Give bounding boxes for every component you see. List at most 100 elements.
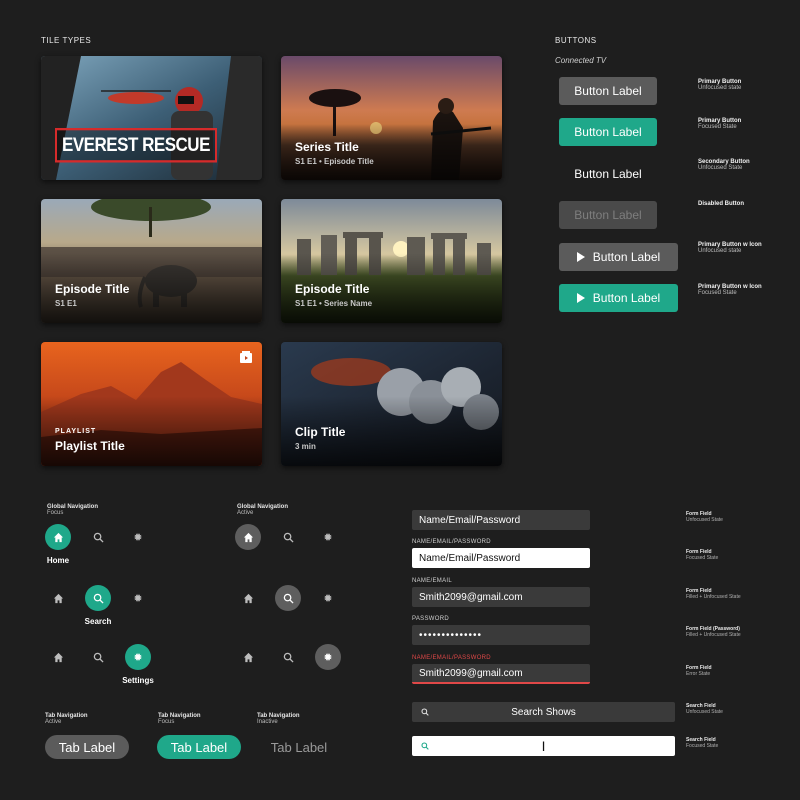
- button-note: Primary Button w Icon Unfocused state: [698, 242, 762, 254]
- search-icon: [421, 742, 429, 750]
- note-state: Filled + Unfocused State: [686, 594, 741, 600]
- tile-eyebrow: PLAYLIST: [55, 428, 97, 435]
- home-icon: [243, 532, 253, 542]
- button-note: Primary Button Unfocused state: [698, 79, 741, 91]
- field-label: PASSWORD: [412, 616, 449, 622]
- tile-title: Clip Title: [295, 425, 346, 439]
- caption-state: Focus: [47, 510, 64, 516]
- icon-button-focused[interactable]: Button Label: [559, 284, 678, 312]
- nav-home[interactable]: [235, 585, 261, 611]
- episode-tile-safari[interactable]: Episode Title S1 E1: [41, 199, 262, 323]
- playlist-tile[interactable]: PLAYLIST Playlist Title: [41, 342, 262, 466]
- password-field[interactable]: ••••••••••••••: [412, 625, 590, 645]
- gear-icon: ✹: [133, 531, 143, 544]
- nav-home[interactable]: [235, 644, 261, 670]
- nav-home[interactable]: [45, 585, 71, 611]
- everest-rescue-logo: EVEREST RESCUE: [55, 128, 217, 163]
- nav-search[interactable]: [275, 644, 301, 670]
- primary-button-focused[interactable]: Button Label: [559, 118, 657, 146]
- caption-state: Active: [237, 510, 254, 516]
- nav-label-search: Search: [84, 617, 112, 626]
- button-label: Button Label: [592, 291, 661, 305]
- tile-subtitle: S1 E1: [55, 299, 77, 308]
- nav-settings-focused[interactable]: ✹: [125, 644, 151, 670]
- tab-inactive[interactable]: Tab Label: [257, 735, 341, 759]
- play-icon: [576, 293, 585, 303]
- tab-nav-inactive-caption: Tab Navigation Inactive: [257, 713, 300, 725]
- nav-settings[interactable]: ✹: [125, 524, 151, 550]
- field-label-error: NAME/EMAIL/PASSWORD: [412, 655, 491, 661]
- caption-state: Inactive: [257, 719, 278, 725]
- field-label: NAME/EMAIL/PASSWORD: [412, 539, 491, 545]
- gear-icon: ✹: [133, 592, 143, 605]
- home-icon: [53, 532, 63, 542]
- note-title: Disabled Button: [698, 201, 744, 207]
- field-label: NAME/EMAIL: [412, 578, 453, 584]
- note-state: Focused State: [698, 124, 737, 130]
- tile-types-heading: TILE TYPES: [41, 36, 92, 45]
- search-icon: [283, 532, 294, 543]
- nav-search[interactable]: [275, 524, 301, 550]
- note-state: Focused State: [686, 555, 719, 561]
- nav-search-focused[interactable]: [85, 585, 111, 611]
- clip-tile[interactable]: Clip Title 3 min: [281, 342, 502, 466]
- icon-button-unfocused[interactable]: Button Label: [559, 243, 678, 271]
- form-note: Form Field Focused State: [686, 549, 718, 561]
- secondary-button[interactable]: Button Label: [559, 160, 657, 188]
- tile-title: Episode Title: [295, 282, 370, 296]
- home-icon: [53, 652, 63, 662]
- tile-title: Series Title: [295, 140, 359, 154]
- gear-icon: ✹: [133, 651, 143, 664]
- form-field-unfocused[interactable]: Name/Email/Password: [412, 510, 590, 530]
- form-note: Search Field Unfocused State: [686, 703, 723, 715]
- tile-subtitle: S1 E1 • Series Name: [295, 299, 373, 308]
- series-tile[interactable]: Series Title S1 E1 • Episode Title: [281, 56, 502, 180]
- note-state: Focused State: [686, 743, 719, 749]
- form-field-error[interactable]: Smith2099@gmail.com: [412, 664, 590, 684]
- search-text: Search Shows: [511, 706, 576, 718]
- nav-settings[interactable]: ✹: [315, 585, 341, 611]
- nav-search-active[interactable]: [275, 585, 301, 611]
- form-note: Form Field Unfocused State: [686, 511, 723, 523]
- button-note: Disabled Button: [698, 201, 744, 207]
- tab-nav-focus-caption: Tab Navigation Focus: [158, 713, 201, 725]
- primary-button-unfocused[interactable]: Button Label: [559, 77, 657, 105]
- search-icon: [93, 593, 104, 604]
- search-field-unfocused[interactable]: Search Shows: [412, 702, 675, 722]
- form-note: Form Field Error State: [686, 665, 712, 677]
- nav-settings[interactable]: ✹: [125, 585, 151, 611]
- email-field-filled[interactable]: Smith2099@gmail.com: [412, 587, 590, 607]
- nav-search[interactable]: [85, 644, 111, 670]
- connected-tv-subheading: Connected TV: [555, 56, 607, 65]
- note-state: Unfocused State: [698, 165, 743, 171]
- home-icon: [243, 593, 253, 603]
- note-state: Focused State: [698, 290, 737, 296]
- tab-active[interactable]: Tab Label: [45, 735, 129, 759]
- tile-title: Playlist Title: [55, 439, 125, 453]
- tile-subtitle: 3 min: [295, 442, 316, 451]
- nav-settings-active[interactable]: ✹: [315, 644, 341, 670]
- text-cursor: |: [542, 740, 545, 752]
- tab-focused[interactable]: Tab Label: [157, 735, 241, 759]
- nav-label-home: Home: [46, 556, 70, 565]
- home-icon: [243, 652, 253, 662]
- button-note: Secondary Button Unfocused State: [698, 159, 750, 171]
- tile-title: Episode Title: [55, 282, 130, 296]
- nav-settings[interactable]: ✹: [315, 524, 341, 550]
- nav-home[interactable]: [45, 644, 71, 670]
- playlist-icon: [240, 351, 252, 363]
- nav-home-active[interactable]: [235, 524, 261, 550]
- search-field-focused[interactable]: |: [412, 736, 675, 756]
- episode-tile-stonehenge[interactable]: Episode Title S1 E1 • Series Name: [281, 199, 502, 323]
- tile-subtitle: S1 E1 • Episode Title: [295, 157, 374, 166]
- nav-home-focused[interactable]: [45, 524, 71, 550]
- everest-rescue-tile[interactable]: EVEREST RESCUE: [41, 56, 262, 180]
- note-state: Unfocused State: [686, 517, 723, 523]
- caption-state: Active: [45, 719, 62, 725]
- search-icon: [93, 532, 104, 543]
- form-field-focused[interactable]: Name/Email/Password: [412, 548, 590, 568]
- nav-search[interactable]: [85, 524, 111, 550]
- form-note: Form Field (Password) Filled + Unfocused…: [686, 626, 741, 638]
- gear-icon: ✹: [323, 531, 333, 544]
- note-state: Unfocused state: [698, 85, 742, 91]
